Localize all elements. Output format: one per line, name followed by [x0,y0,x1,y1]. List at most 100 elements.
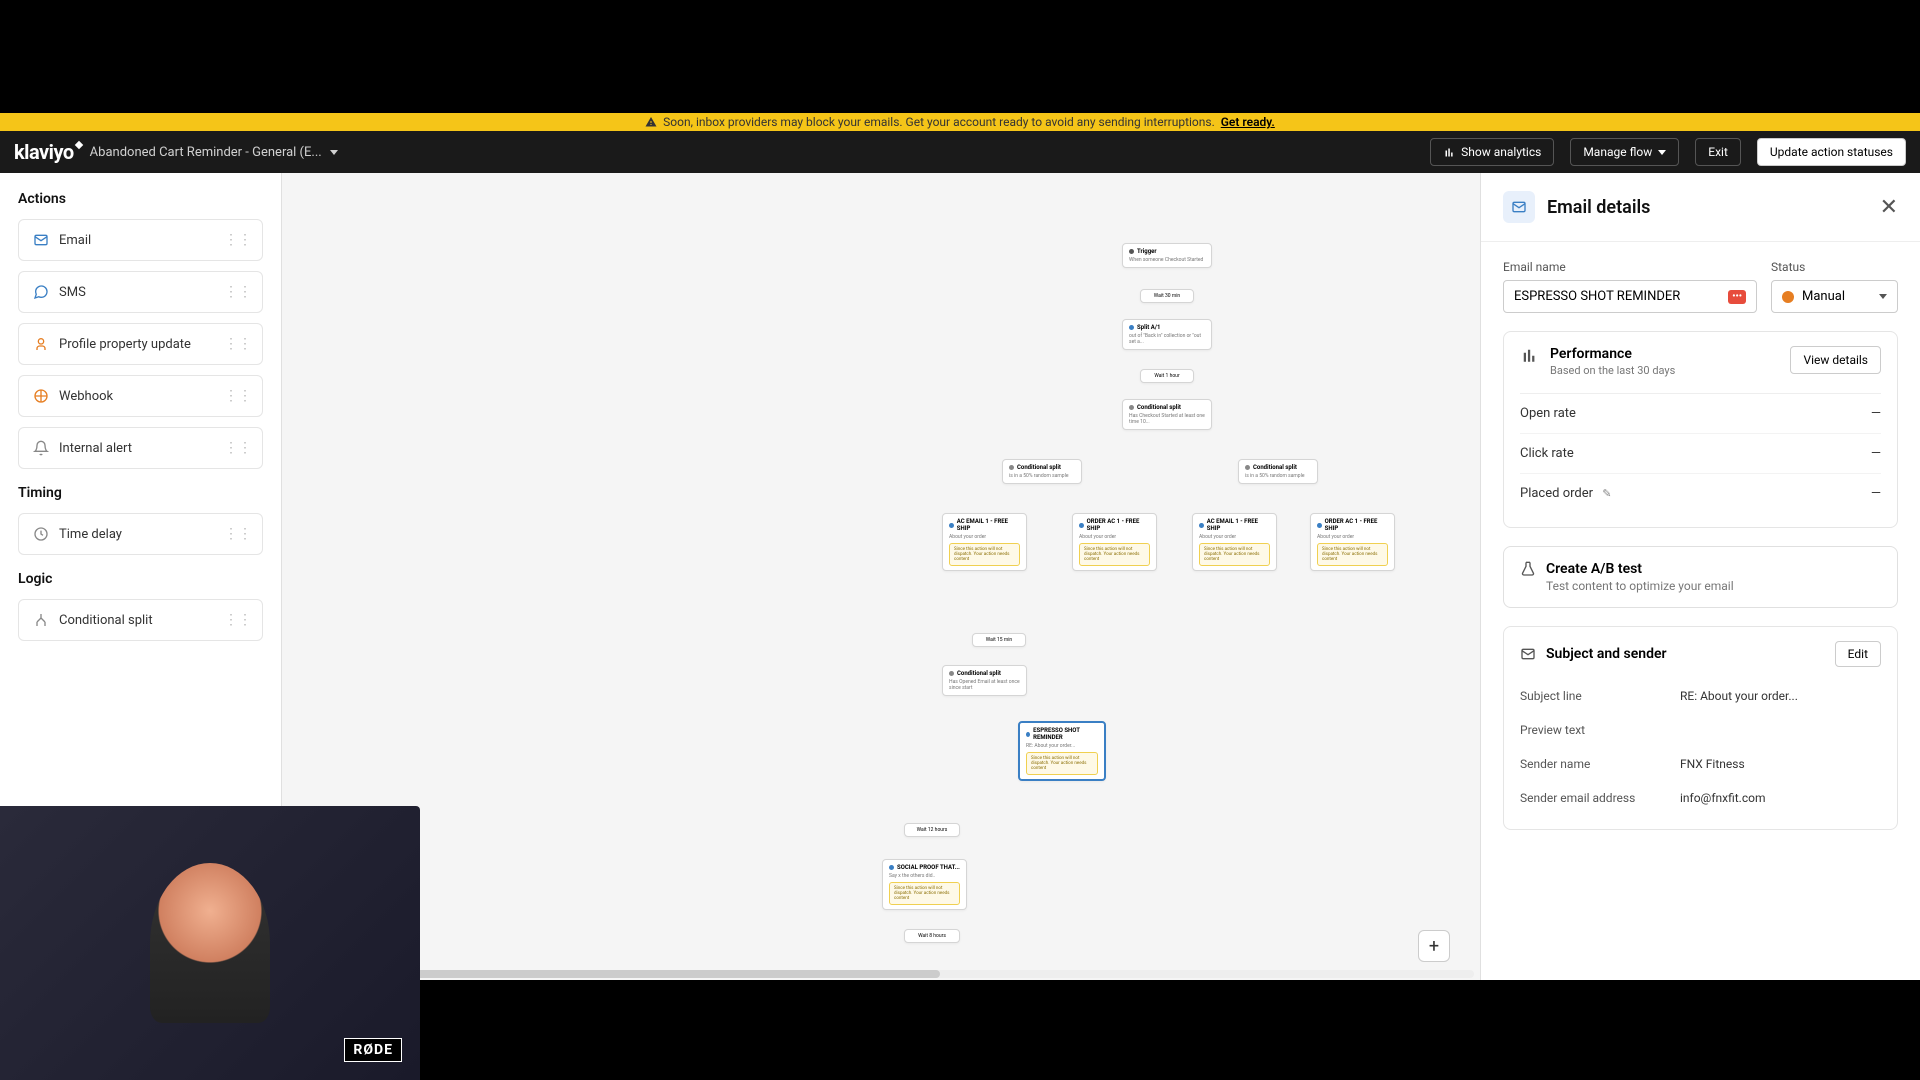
node-warning: Since this action will not dispatch. You… [1079,543,1150,566]
manage-flow-label: Manage flow [1583,145,1652,159]
manage-flow-button[interactable]: Manage flow [1570,138,1679,166]
node-subtitle: About your order [1079,534,1150,540]
email-name-label: Email name [1503,260,1757,274]
node-wait[interactable]: Wait 30 min [1140,289,1194,303]
status-label: Status [1771,260,1898,274]
update-action-statuses-button[interactable]: Update action statuses [1757,138,1906,166]
chevron-down-icon [330,150,338,155]
node-conditional[interactable]: Conditional split is in a 50% random sam… [1002,459,1082,484]
timing-label: Time delay [59,527,122,542]
action-profile-update[interactable]: Profile property update ⋮⋮ [18,323,263,365]
node-email[interactable]: ORDER AC 1 - FREE SHIP About your order … [1310,513,1395,571]
create-ab-test-card[interactable]: Create A/B test Test content to optimize… [1503,546,1898,608]
node-wait[interactable]: Wait 1 hour [1140,369,1194,383]
view-details-button[interactable]: View details [1790,346,1881,374]
node-title: Trigger [1137,248,1157,255]
show-analytics-button[interactable]: Show analytics [1430,138,1554,166]
logic-conditional-split[interactable]: Conditional split ⋮⋮ [18,599,263,641]
presenter-silhouette [150,863,270,1023]
field-label: Sender email address [1520,791,1680,805]
logic-section-title: Logic [18,571,263,587]
node-conditional[interactable]: Conditional split Has Opened Email at le… [942,665,1027,696]
node-email-espresso[interactable]: ESPRESSO SHOT REMINDER RE: About your or… [1018,721,1106,781]
flow-canvas[interactable]: Trigger When someone Checkout Started Wa… [282,173,1480,980]
node-title: Split A/1 [1137,324,1160,331]
node-wait[interactable]: Wait 8 hours [904,929,960,943]
node-email[interactable]: AC EMAIL 1 - FREE SHIP About your order … [1192,513,1277,571]
status-dot-icon [1782,291,1794,303]
field-value: info@fnxfit.com [1680,791,1881,805]
warning-link[interactable]: Get ready. [1221,115,1275,129]
email-name-value: ESPRESSO SHOT REMINDER [1514,289,1722,304]
performance-title: Performance [1550,346,1780,362]
metric-label: Placed order [1520,486,1593,501]
webcam-overlay: RØDE [0,806,420,1080]
show-analytics-label: Show analytics [1461,145,1541,159]
node-title: AC EMAIL 1 - FREE SHIP [957,518,1020,532]
node-email[interactable]: AC EMAIL 1 - FREE SHIP About your order … [942,513,1027,571]
action-internal-alert[interactable]: Internal alert ⋮⋮ [18,427,263,469]
exit-button[interactable]: Exit [1695,138,1741,166]
flow-title-text: Abandoned Cart Reminder - General (E... [90,145,322,160]
action-label: Profile property update [59,337,191,352]
node-title: Conditional split [1253,464,1297,471]
node-subtitle: Has Opened Email at least once since sta… [949,679,1020,691]
node-wait[interactable]: Wait 15 min [972,633,1026,647]
subject-sender-card: Subject and sender Edit Subject line RE:… [1503,626,1898,830]
node-title: AC EMAIL 1 - FREE SHIP [1207,518,1270,532]
spellcheck-badge: ••• [1728,290,1746,304]
node-subtitle: About your order [949,534,1020,540]
node-trigger[interactable]: Trigger When someone Checkout Started [1122,243,1212,268]
sms-icon [33,284,49,300]
canvas-scrollbar[interactable] [288,970,1474,978]
action-label: Email [59,233,91,248]
logic-label: Conditional split [59,613,153,628]
clock-icon [33,526,49,542]
action-label: Internal alert [59,441,132,456]
timing-time-delay[interactable]: Time delay ⋮⋮ [18,513,263,555]
node-subtitle: About your order [1317,534,1388,540]
zoom-in-button[interactable]: + [1418,930,1450,962]
node-wait[interactable]: Wait 12 hours [904,823,960,837]
node-conditional[interactable]: Conditional split is in a 50% random sam… [1238,459,1318,484]
node-conditional[interactable]: Conditional split Has Checkout Started a… [1122,399,1212,430]
email-name-input[interactable]: ESPRESSO SHOT REMINDER ••• [1503,280,1757,313]
node-split[interactable]: Split A/1 out of "Back in" collection or… [1122,319,1212,350]
node-subtitle: About your order [1199,534,1270,540]
action-sms[interactable]: SMS ⋮⋮ [18,271,263,313]
alert-icon [33,440,49,456]
action-email[interactable]: Email ⋮⋮ [18,219,263,261]
node-subtitle: is in a 50% random sample [1009,473,1075,479]
drag-icon: ⋮⋮ [224,612,252,628]
node-email[interactable]: ORDER AC 1 - FREE SHIP About your order … [1072,513,1157,571]
node-warning: Since this action will not dispatch. You… [949,543,1020,566]
action-webhook[interactable]: Webhook ⋮⋮ [18,375,263,417]
node-title: Conditional split [1137,404,1181,411]
timing-section-title: Timing [18,485,263,501]
node-warning: Since this action will not dispatch. You… [1026,752,1098,775]
warning-icon [645,116,657,128]
field-value: RE: About your order... [1680,689,1881,703]
close-icon[interactable]: ✕ [1880,195,1898,220]
pencil-icon[interactable]: ✎ [1602,487,1611,500]
status-select[interactable]: Manual [1771,280,1898,313]
flow-title-dropdown[interactable]: Abandoned Cart Reminder - General (E... [90,145,338,160]
metric-value: — [1871,486,1881,501]
node-email-social[interactable]: SOCIAL PROOF THAT... Say x the others di… [882,859,967,910]
ab-subtitle: Test content to optimize your email [1546,579,1734,593]
logo[interactable]: klaviyo [14,140,74,164]
warning-text: Soon, inbox providers may block your ema… [663,115,1215,129]
edit-button[interactable]: Edit [1835,641,1881,667]
rode-badge: RØDE [344,1038,402,1062]
warning-banner: Soon, inbox providers may block your ema… [0,113,1920,131]
chevron-down-icon [1879,294,1887,299]
performance-subtitle: Based on the last 30 days [1550,364,1780,377]
ab-title: Create A/B test [1546,561,1734,577]
node-warning: Since this action will not dispatch. You… [889,882,960,905]
field-label: Subject line [1520,689,1680,703]
field-label: Sender name [1520,757,1680,771]
webhook-icon [33,388,49,404]
metric-value: — [1871,406,1881,421]
subject-sender-title: Subject and sender [1546,646,1825,662]
node-title: ESPRESSO SHOT REMINDER [1033,727,1098,741]
